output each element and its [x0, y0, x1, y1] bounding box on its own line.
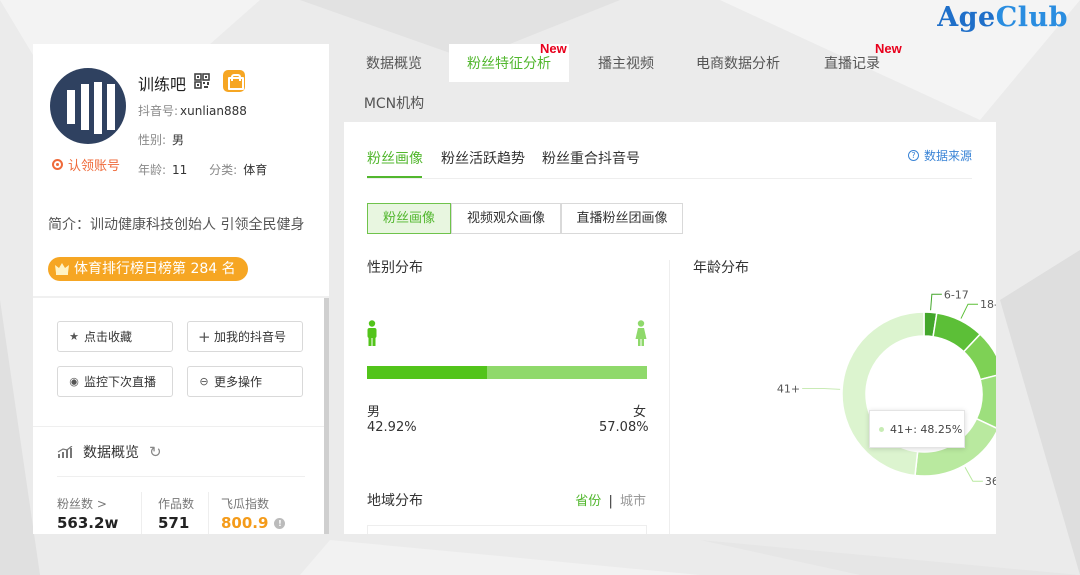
- certified-icon: [52, 159, 63, 170]
- female-icon: [635, 320, 647, 346]
- region-title: 地域分布: [367, 493, 423, 509]
- profile-header: 认领账号 训练吧 抖音号: xunlian888 性别: 男 年龄: 11 分类: 体育…: [33, 44, 329, 296]
- male-percent: 42.92%: [367, 420, 417, 435]
- age-label-41+: 41+: [777, 383, 800, 396]
- divider: [57, 476, 305, 477]
- panel-divider: [33, 296, 329, 298]
- index-value: 800.9!: [221, 514, 286, 532]
- subtab-overlap-accounts[interactable]: 粉丝重合抖音号: [542, 148, 640, 168]
- label-line-18-24: [960, 303, 978, 319]
- data-source-link[interactable]: ? 数据来源: [907, 147, 972, 164]
- segment-video-audience[interactable]: 视频观众画像: [451, 203, 561, 234]
- age-donut-chart: 6-17 18-24 36-40 41+: [777, 288, 996, 488]
- female-label: 女: [633, 405, 647, 420]
- female-percent: 57.08%: [599, 420, 649, 435]
- age-slice-41+[interactable]: [841, 311, 925, 477]
- crown-icon: [55, 263, 69, 275]
- shop-icon[interactable]: [223, 70, 245, 92]
- profile-panel: 认领账号 训练吧 抖音号: xunlian888 性别: 男 年龄: 11 分类: 体育…: [33, 44, 329, 534]
- ageclub-logo: AgeClub: [937, 2, 1068, 33]
- tab-mcn[interactable]: MCN机构: [344, 84, 444, 122]
- divider: [208, 492, 209, 534]
- gender-ratio-bar: [367, 366, 647, 379]
- age-label-6-17: 6-17: [944, 288, 969, 301]
- region-map-area: [367, 525, 647, 534]
- fan-analysis-card: 粉丝画像 粉丝活跃趋势 粉丝重合抖音号 ? 数据来源 粉丝画像 视频观众画像 直播…: [344, 122, 996, 534]
- male-label: 男: [367, 405, 381, 420]
- segment-live-fan-group[interactable]: 直播粉丝团画像: [561, 203, 683, 234]
- profile-intro: 简介：训动健康科技创始人 引领全民健身: [48, 217, 305, 233]
- age-label-18-24: 18-24: [980, 298, 996, 311]
- gender-title: 性别分布: [367, 260, 423, 276]
- divider: [367, 178, 972, 179]
- eye-icon: ◉: [69, 375, 79, 388]
- divider: [141, 492, 142, 534]
- city-toggle[interactable]: 城市: [620, 494, 646, 509]
- rank-badge[interactable]: 体育排行榜日榜第 284 名: [48, 257, 248, 281]
- refresh-icon[interactable]: ↻: [149, 443, 162, 461]
- region-switch: 省份 | 城市: [575, 494, 646, 509]
- subtab-active-trend[interactable]: 粉丝活跃趋势: [441, 148, 525, 168]
- douyin-id: 抖音号: xunlian888: [138, 104, 247, 118]
- fans-value: 563.2w: [57, 514, 119, 532]
- divider: [33, 426, 324, 427]
- label-line-6-17: [930, 293, 942, 311]
- index-label: 飞瓜指数: [221, 497, 270, 511]
- segment-fan-portrait[interactable]: 粉丝画像: [367, 203, 451, 234]
- avatar: [50, 68, 126, 144]
- new-badge: New: [875, 41, 902, 56]
- help-icon: ?: [907, 150, 919, 161]
- chart-tooltip: 41+: 48.25%: [869, 410, 965, 448]
- age-label-36-40: 36-40: [985, 475, 996, 488]
- scrollbar[interactable]: [324, 298, 329, 534]
- male-icon: [367, 320, 377, 346]
- tab-ecommerce[interactable]: 电商数据分析: [686, 44, 790, 82]
- chart-icon: [57, 446, 73, 458]
- works-label: 作品数: [158, 497, 195, 511]
- tab-videos[interactable]: 播主视频: [576, 44, 676, 82]
- plus-icon: +: [198, 327, 211, 346]
- tooltip-swatch: [879, 426, 884, 432]
- works-value: 571: [158, 514, 190, 532]
- monitor-live-button[interactable]: ◉ 监控下次直播: [57, 366, 173, 397]
- star-icon: ★: [69, 330, 79, 343]
- top-tabs: 数据概览 粉丝特征分析 New 播主视频 电商数据分析 直播记录 New MCN…: [344, 41, 996, 124]
- tab-data-overview[interactable]: 数据概览: [344, 44, 444, 82]
- info-icon[interactable]: !: [274, 518, 286, 529]
- qr-code-icon[interactable]: [194, 73, 210, 89]
- more-actions-button[interactable]: ⊖ 更多操作: [187, 366, 303, 397]
- overview-header: 数据概览 ↻: [57, 442, 162, 462]
- fans-label[interactable]: 粉丝数 >: [57, 495, 107, 512]
- favorite-button[interactable]: ★ 点击收藏: [57, 321, 173, 352]
- age-category-info: 年龄: 11 分类: 体育: [138, 163, 268, 177]
- new-badge: New: [540, 41, 567, 56]
- male-ratio-fill: [367, 366, 488, 379]
- certified-badge[interactable]: 认领账号: [52, 155, 120, 174]
- more-icon: ⊖: [199, 375, 209, 388]
- gender-info: 性别: 男: [138, 133, 185, 147]
- subtab-fan-portrait[interactable]: 粉丝画像: [367, 148, 423, 168]
- label-line-36-40: [964, 467, 983, 482]
- add-mine-button[interactable]: + 加我的抖音号: [187, 321, 303, 352]
- label-line-41+: [802, 388, 841, 390]
- account-name: 训练吧: [138, 75, 187, 94]
- province-toggle[interactable]: 省份: [575, 494, 601, 509]
